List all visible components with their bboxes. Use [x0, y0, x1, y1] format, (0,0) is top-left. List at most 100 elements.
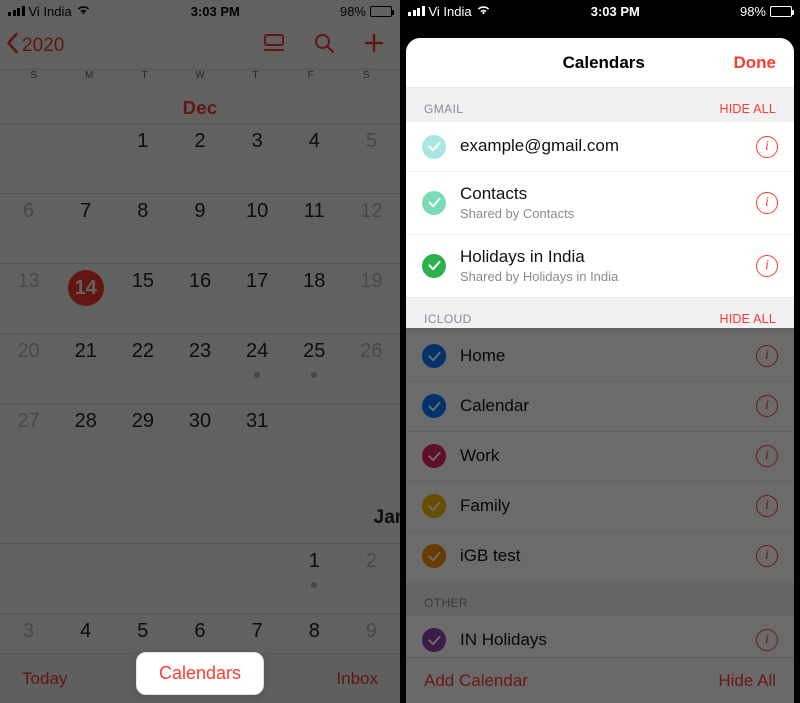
row-text: Work	[460, 446, 742, 466]
date-cell[interactable]: 24	[229, 334, 286, 403]
chevron-left-icon	[6, 32, 20, 60]
date-cell	[0, 124, 57, 193]
inbox-button[interactable]: Inbox	[336, 669, 378, 689]
row-text: example@gmail.com	[460, 136, 742, 156]
row-text: iGB test	[460, 546, 742, 566]
calendar-navbar: 2020	[0, 22, 400, 70]
date-cell[interactable]: 1	[114, 124, 171, 193]
row-label: Holidays in India	[460, 247, 742, 267]
row-label: Family	[460, 496, 742, 516]
row-text: IN Holidays	[460, 630, 742, 650]
date-cell[interactable]: 3	[229, 124, 286, 193]
add-calendar-button[interactable]: Add Calendar	[424, 671, 528, 691]
date-cell[interactable]: 27	[0, 404, 57, 473]
time-label: 3:03 PM	[591, 4, 640, 19]
date-cell[interactable]: 2	[343, 544, 400, 613]
date-cell[interactable]: 26	[343, 334, 400, 403]
weekday: W	[172, 70, 227, 81]
status-bar: Vi India 3:03 PM 98%	[0, 0, 400, 22]
date-cell[interactable]: 18	[286, 264, 343, 333]
view-mode-icon[interactable]	[262, 31, 286, 60]
date-cell[interactable]: 17	[229, 264, 286, 333]
other-list: IN Holidays i	[406, 616, 794, 657]
date-cell[interactable]: 5	[343, 124, 400, 193]
date-cell[interactable]: 9	[171, 194, 228, 263]
section-header-icloud: ICLOUD HIDE ALL	[406, 298, 794, 332]
date-cell[interactable]: 2	[171, 124, 228, 193]
calendar-row[interactable]: IN Holidays i	[406, 616, 794, 657]
hide-all-button[interactable]: Hide All	[718, 671, 776, 691]
date-cell[interactable]: 20	[0, 334, 57, 403]
info-icon[interactable]: i	[756, 255, 778, 277]
date-cell[interactable]: 14	[57, 264, 114, 333]
info-icon[interactable]: i	[756, 495, 778, 517]
section-title: ICLOUD	[424, 312, 472, 326]
calendars-button[interactable]: Calendars	[136, 652, 264, 695]
row-text: Holidays in IndiaShared by Holidays in I…	[460, 247, 742, 285]
add-event-icon[interactable]	[362, 31, 386, 60]
date-cell[interactable]: 25	[286, 334, 343, 403]
calendar-row[interactable]: ContactsShared by Contactsi	[406, 172, 794, 235]
row-label: iGB test	[460, 546, 742, 566]
calendar-row[interactable]: iGB test i	[406, 532, 794, 582]
section-title: OTHER	[424, 596, 468, 610]
calendar-row[interactable]: Familyi	[406, 482, 794, 532]
row-label: example@gmail.com	[460, 136, 742, 156]
info-icon[interactable]: i	[756, 545, 778, 567]
modal-header: Calendars Done	[406, 38, 794, 88]
calendar-row[interactable]: Holidays in IndiaShared by Holidays in I…	[406, 235, 794, 298]
row-label: Home	[460, 346, 742, 366]
date-cell[interactable]: 4	[286, 124, 343, 193]
checkmark-icon	[422, 628, 446, 652]
status-bar: Vi India 3:03 PM 98%	[400, 0, 800, 22]
weekday: S	[6, 70, 61, 81]
calendar-row[interactable]: example@gmail.com i	[406, 122, 794, 172]
date-cell[interactable]: 6	[0, 194, 57, 263]
date-cell[interactable]: 1	[286, 544, 343, 613]
date-cell[interactable]: 15	[114, 264, 171, 333]
section-title: GMAIL	[424, 102, 463, 116]
modal-title: Calendars	[474, 53, 734, 73]
date-cell[interactable]: 8	[114, 194, 171, 263]
date-cell	[229, 544, 286, 613]
info-icon[interactable]: i	[756, 136, 778, 158]
calendar-row[interactable]: Worki	[406, 432, 794, 482]
today-button[interactable]: Today	[22, 669, 67, 689]
date-cell[interactable]: 10	[229, 194, 286, 263]
date-cell[interactable]: 30	[171, 404, 228, 473]
hide-all-gmail[interactable]: HIDE ALL	[720, 102, 777, 116]
calendar-row[interactable]: Homei	[406, 332, 794, 382]
date-cell[interactable]: 13	[0, 264, 57, 333]
calendar-row[interactable]: Calendar i	[406, 382, 794, 432]
date-cell[interactable]: 31	[229, 404, 286, 473]
row-label: Calendar	[460, 396, 742, 416]
next-month-title: Jan	[0, 473, 400, 543]
info-icon[interactable]: i	[756, 629, 778, 651]
date-cell[interactable]: 19	[343, 264, 400, 333]
back-to-year-button[interactable]: 2020	[6, 32, 64, 60]
done-button[interactable]: Done	[734, 53, 777, 73]
battery-pct: 98%	[340, 4, 366, 19]
info-icon[interactable]: i	[756, 395, 778, 417]
calendar-app-screen: Vi India 3:03 PM 98% 2020	[0, 0, 400, 703]
row-label: Contacts	[460, 184, 742, 204]
checkmark-icon	[422, 254, 446, 278]
hide-all-icloud[interactable]: HIDE ALL	[720, 312, 777, 326]
date-cell[interactable]: 16	[171, 264, 228, 333]
calendar-grid[interactable]: 1234567891011121314151617181920212223242…	[0, 123, 400, 473]
date-cell[interactable]: 28	[57, 404, 114, 473]
date-cell[interactable]: 21	[57, 334, 114, 403]
date-cell[interactable]: 29	[114, 404, 171, 473]
date-cell[interactable]: 7	[57, 194, 114, 263]
search-icon[interactable]	[312, 31, 336, 60]
checkmark-icon	[422, 494, 446, 518]
info-icon[interactable]: i	[756, 445, 778, 467]
date-cell[interactable]: 11	[286, 194, 343, 263]
date-cell[interactable]: 23	[171, 334, 228, 403]
back-year-label: 2020	[22, 35, 64, 57]
info-icon[interactable]: i	[756, 192, 778, 214]
date-cell[interactable]: 22	[114, 334, 171, 403]
month-title: Dec	[0, 87, 400, 123]
date-cell[interactable]: 12	[343, 194, 400, 263]
info-icon[interactable]: i	[756, 345, 778, 367]
